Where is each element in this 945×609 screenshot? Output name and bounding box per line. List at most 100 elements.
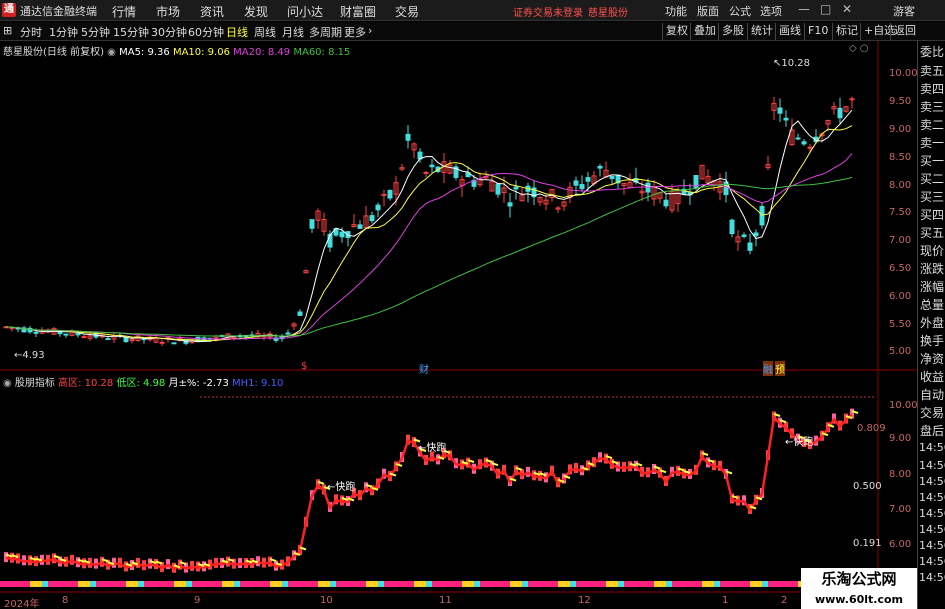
- toolbar-pin-icon[interactable]: ⊞: [3, 24, 12, 37]
- signal-strip-cell: [720, 581, 723, 587]
- side-label[interactable]: 换手: [920, 334, 944, 348]
- signal-strip-cell: [174, 581, 177, 587]
- period-tab[interactable]: 分时: [20, 24, 42, 40]
- period-tab[interactable]: 1分钟: [49, 24, 78, 40]
- side-label-after-hours[interactable]: 盘后: [920, 424, 944, 438]
- candle-body: [429, 164, 435, 168]
- period-tab-daily[interactable]: 日线: [226, 24, 248, 40]
- period-tab[interactable]: 30分钟: [151, 24, 187, 40]
- signal-strip-cell: [354, 581, 357, 587]
- side-label[interactable]: 买一: [920, 154, 944, 168]
- side-label[interactable]: 卖四: [920, 82, 944, 96]
- menu-market[interactable]: 市场: [156, 3, 180, 20]
- signal-strip-cell: [69, 581, 72, 587]
- price-axis-label: 6.50: [889, 263, 912, 274]
- signal-strip-cell: [24, 581, 27, 587]
- event-marker-margin[interactable]: 融: [763, 361, 773, 376]
- candle-body: [375, 204, 381, 211]
- side-label[interactable]: 收益: [920, 370, 944, 384]
- side-label[interactable]: 涨跌: [920, 262, 944, 276]
- menu-news[interactable]: 资讯: [200, 3, 224, 20]
- menu-quotes[interactable]: 行情: [112, 3, 136, 20]
- minimize-icon[interactable]: —: [798, 2, 810, 16]
- signal-strip-cell: [693, 581, 696, 587]
- period-tab[interactable]: 周线: [254, 24, 276, 40]
- maximize-icon[interactable]: □: [820, 2, 831, 16]
- signal-strip-cell: [600, 581, 603, 587]
- signal-strip-cell: [420, 581, 423, 587]
- menu-discover[interactable]: 发现: [244, 3, 268, 20]
- side-label[interactable]: 买二: [920, 172, 944, 186]
- side-label[interactable]: 卖三: [920, 100, 944, 114]
- side-label[interactable]: 卖一: [920, 136, 944, 150]
- f10-button[interactable]: F10: [804, 23, 828, 40]
- candle-body: [585, 177, 591, 182]
- menu-ask[interactable]: 问小达: [287, 3, 323, 20]
- menu-formula[interactable]: 公式: [729, 3, 751, 19]
- period-tab[interactable]: 60分钟: [188, 24, 224, 40]
- menu-wealth[interactable]: 财富圈: [340, 3, 376, 20]
- period-tab[interactable]: 多周期: [309, 24, 342, 40]
- menu-trade[interactable]: 交易: [395, 3, 419, 20]
- login-notice[interactable]: 证券交易未登录: [513, 4, 583, 19]
- side-label[interactable]: 卖二: [920, 118, 944, 132]
- signal-strip-cell: [339, 581, 342, 587]
- adjust-button[interactable]: 复权: [662, 23, 688, 40]
- signal-strip-cell: [267, 581, 270, 587]
- signal-strip-cell: [291, 581, 294, 587]
- signal-strip-cell: [549, 581, 552, 587]
- side-label[interactable]: 现价: [920, 244, 944, 258]
- signal-strip-cell: [555, 581, 558, 587]
- mark-button[interactable]: 标记: [832, 23, 858, 40]
- side-label[interactable]: 买三: [920, 190, 944, 204]
- indicator-low-zone: 低区: 4.98: [116, 378, 166, 389]
- signal-strip-cell: [159, 581, 162, 587]
- side-label-auto[interactable]: 自动: [920, 388, 944, 402]
- signal-strip-cell: [168, 581, 171, 587]
- guest-label[interactable]: 游客: [893, 3, 915, 19]
- period-tab[interactable]: 5分钟: [81, 24, 110, 40]
- side-label[interactable]: 总量: [920, 298, 944, 312]
- watermark-title: 乐淘公式网: [801, 568, 917, 590]
- period-tab[interactable]: 15分钟: [113, 24, 149, 40]
- signal-strip-cell: [150, 581, 153, 587]
- menu-layout[interactable]: 版面: [697, 3, 719, 19]
- tick-time: 14:56: [919, 539, 945, 552]
- close-icon[interactable]: ✕: [842, 2, 852, 16]
- side-label[interactable]: 买五: [920, 226, 944, 240]
- period-tab[interactable]: 月线: [282, 24, 304, 40]
- signal-strip-cell: [735, 581, 738, 587]
- more-chevron-icon[interactable]: ›: [368, 24, 372, 37]
- signal-strip-cell: [228, 581, 231, 587]
- menu-options[interactable]: 选项: [760, 3, 782, 19]
- side-label[interactable]: 涨幅: [920, 280, 944, 294]
- side-label[interactable]: 外盘: [920, 316, 944, 330]
- multi-stock-button[interactable]: 多股: [718, 23, 744, 40]
- menu-function[interactable]: 功能: [665, 3, 687, 19]
- signal-strip-cell: [450, 581, 453, 587]
- signal-strip-cell: [570, 581, 573, 587]
- side-label[interactable]: 买四: [920, 208, 944, 222]
- stats-button[interactable]: 统计: [747, 23, 773, 40]
- event-marker-dividend[interactable]: $: [301, 361, 307, 372]
- kline-chart[interactable]: [0, 41, 917, 609]
- run-annotation: ←快跑: [418, 443, 447, 454]
- signal-strip-cell: [423, 581, 426, 587]
- signal-strip-cell: [366, 581, 369, 587]
- event-marker-forecast[interactable]: 预: [775, 361, 785, 376]
- signal-strip-cell: [540, 581, 543, 587]
- side-label-trade[interactable]: 交易: [920, 406, 944, 420]
- period-tab-more[interactable]: 更多: [344, 24, 366, 40]
- signal-strip-cell: [258, 581, 261, 587]
- indicator-toggle-icon[interactable]: ◉: [3, 378, 12, 389]
- draw-line-button[interactable]: 画线: [775, 23, 801, 40]
- side-label[interactable]: 卖五: [920, 64, 944, 78]
- overlay-button[interactable]: 叠加: [690, 23, 716, 40]
- signal-strip-cell: [249, 581, 252, 587]
- back-button[interactable]: 返回: [890, 23, 916, 40]
- signal-strip-cell: [687, 581, 690, 587]
- side-label[interactable]: 委比: [920, 45, 944, 59]
- side-label[interactable]: 净资: [920, 352, 944, 366]
- event-marker-finance[interactable]: 财: [419, 361, 429, 376]
- signal-strip-cell: [576, 581, 579, 587]
